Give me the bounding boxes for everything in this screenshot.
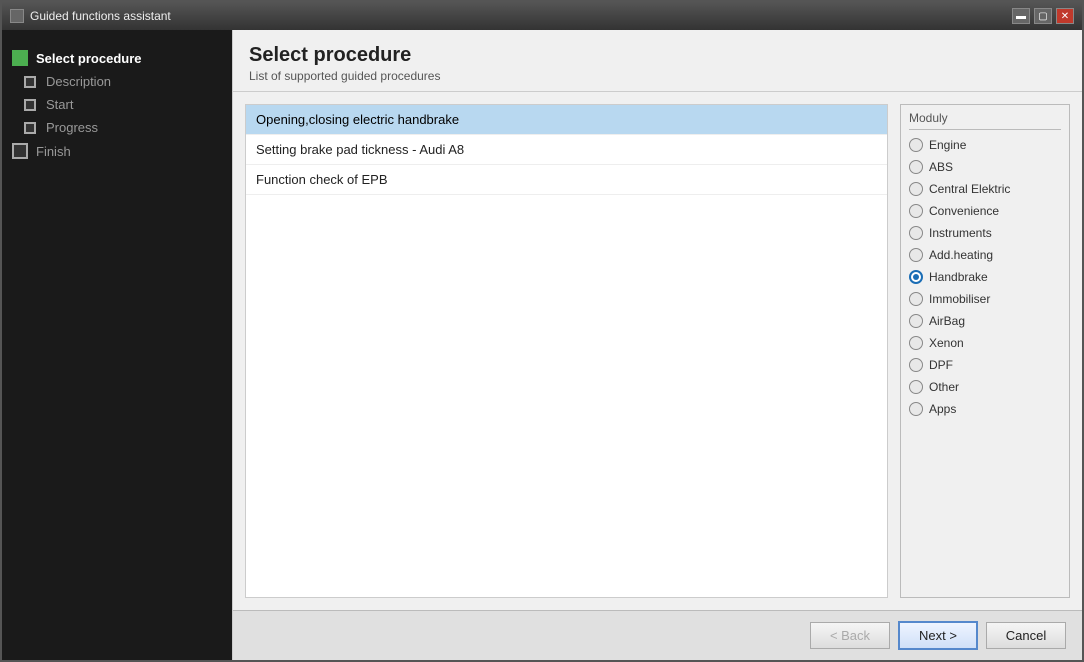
module-label-engine: Engine [929,138,966,152]
module-dpf[interactable]: DPF [909,358,1061,372]
module-immobiliser[interactable]: Immobiliser [909,292,1061,306]
main-window: Guided functions assistant ▬ ▢ ✕ Select … [0,0,1084,662]
radio-handbrake[interactable] [909,270,923,284]
radio-airbag[interactable] [909,314,923,328]
procedure-list[interactable]: Opening,closing electric handbrake Setti… [245,104,888,598]
module-add-heating[interactable]: Add.heating [909,248,1061,262]
module-label-apps: Apps [929,402,956,416]
step-indicator-finish [12,143,28,159]
sidebar-step-progress[interactable]: Progress [22,120,222,135]
step-label-progress: Progress [46,120,98,135]
procedure-item-2[interactable]: Setting brake pad tickness - Audi A8 [246,135,887,165]
module-convenience[interactable]: Convenience [909,204,1061,218]
step-label-select-procedure: Select procedure [36,51,142,66]
procedure-item-3[interactable]: Function check of EPB [246,165,887,195]
radio-add-heating[interactable] [909,248,923,262]
radio-immobiliser[interactable] [909,292,923,306]
module-label-instruments: Instruments [929,226,992,240]
modules-panel: Moduly Engine ABS Central Elektric [900,104,1070,598]
module-label-xenon: Xenon [929,336,964,350]
main-body: Opening,closing electric handbrake Setti… [233,92,1082,610]
main-content: Select procedure List of supported guide… [232,30,1082,660]
page-title: Select procedure [249,44,1066,67]
module-label-airbag: AirBag [929,314,965,328]
sidebar-step-finish[interactable]: Finish [12,143,222,159]
window-controls: ▬ ▢ ✕ [1012,8,1074,24]
window-icon [10,9,24,23]
radio-apps[interactable] [909,402,923,416]
window-title: Guided functions assistant [30,9,1012,23]
module-label-abs: ABS [929,160,953,174]
module-label-immobiliser: Immobiliser [929,292,990,306]
step-indicator-start [24,99,36,111]
step-label-description: Description [46,74,111,89]
next-button[interactable]: Next > [898,621,978,650]
radio-xenon[interactable] [909,336,923,350]
sidebar-step-start[interactable]: Start [22,97,222,112]
module-xenon[interactable]: Xenon [909,336,1061,350]
modules-title: Moduly [909,111,1061,130]
restore-button[interactable]: ▢ [1034,8,1052,24]
radio-abs[interactable] [909,160,923,174]
footer: < Back Next > Cancel [233,610,1082,660]
radio-other[interactable] [909,380,923,394]
title-bar: Guided functions assistant ▬ ▢ ✕ [2,2,1082,30]
module-label-other: Other [929,380,959,394]
back-button[interactable]: < Back [810,622,890,649]
minimize-button[interactable]: ▬ [1012,8,1030,24]
module-label-dpf: DPF [929,358,953,372]
procedure-item-1[interactable]: Opening,closing electric handbrake [246,105,887,135]
radio-instruments[interactable] [909,226,923,240]
sidebar-step-select-procedure[interactable]: Select procedure [12,50,222,66]
cancel-button[interactable]: Cancel [986,622,1066,649]
module-apps[interactable]: Apps [909,402,1061,416]
module-other[interactable]: Other [909,380,1061,394]
page-subtitle: List of supported guided procedures [249,69,1066,83]
step-indicator-progress [24,122,36,134]
step-indicator-description [24,76,36,88]
radio-convenience[interactable] [909,204,923,218]
sidebar-step-description[interactable]: Description [22,74,222,89]
module-airbag[interactable]: AirBag [909,314,1061,328]
module-label-central-elektric: Central Elektric [929,182,1010,196]
module-central-elektric[interactable]: Central Elektric [909,182,1061,196]
module-engine[interactable]: Engine [909,138,1061,152]
step-label-start: Start [46,97,73,112]
module-label-add-heating: Add.heating [929,248,993,262]
step-indicator-select-procedure [12,50,28,66]
close-button[interactable]: ✕ [1056,8,1074,24]
module-instruments[interactable]: Instruments [909,226,1061,240]
module-abs[interactable]: ABS [909,160,1061,174]
content-area: Select procedure Description Start Progr… [2,30,1082,660]
module-label-convenience: Convenience [929,204,999,218]
radio-engine[interactable] [909,138,923,152]
module-handbrake[interactable]: Handbrake [909,270,1061,284]
radio-central-elektric[interactable] [909,182,923,196]
sidebar: Select procedure Description Start Progr… [2,30,232,660]
module-label-handbrake: Handbrake [929,270,988,284]
step-label-finish: Finish [36,144,71,159]
main-header: Select procedure List of supported guide… [233,30,1082,92]
radio-dpf[interactable] [909,358,923,372]
